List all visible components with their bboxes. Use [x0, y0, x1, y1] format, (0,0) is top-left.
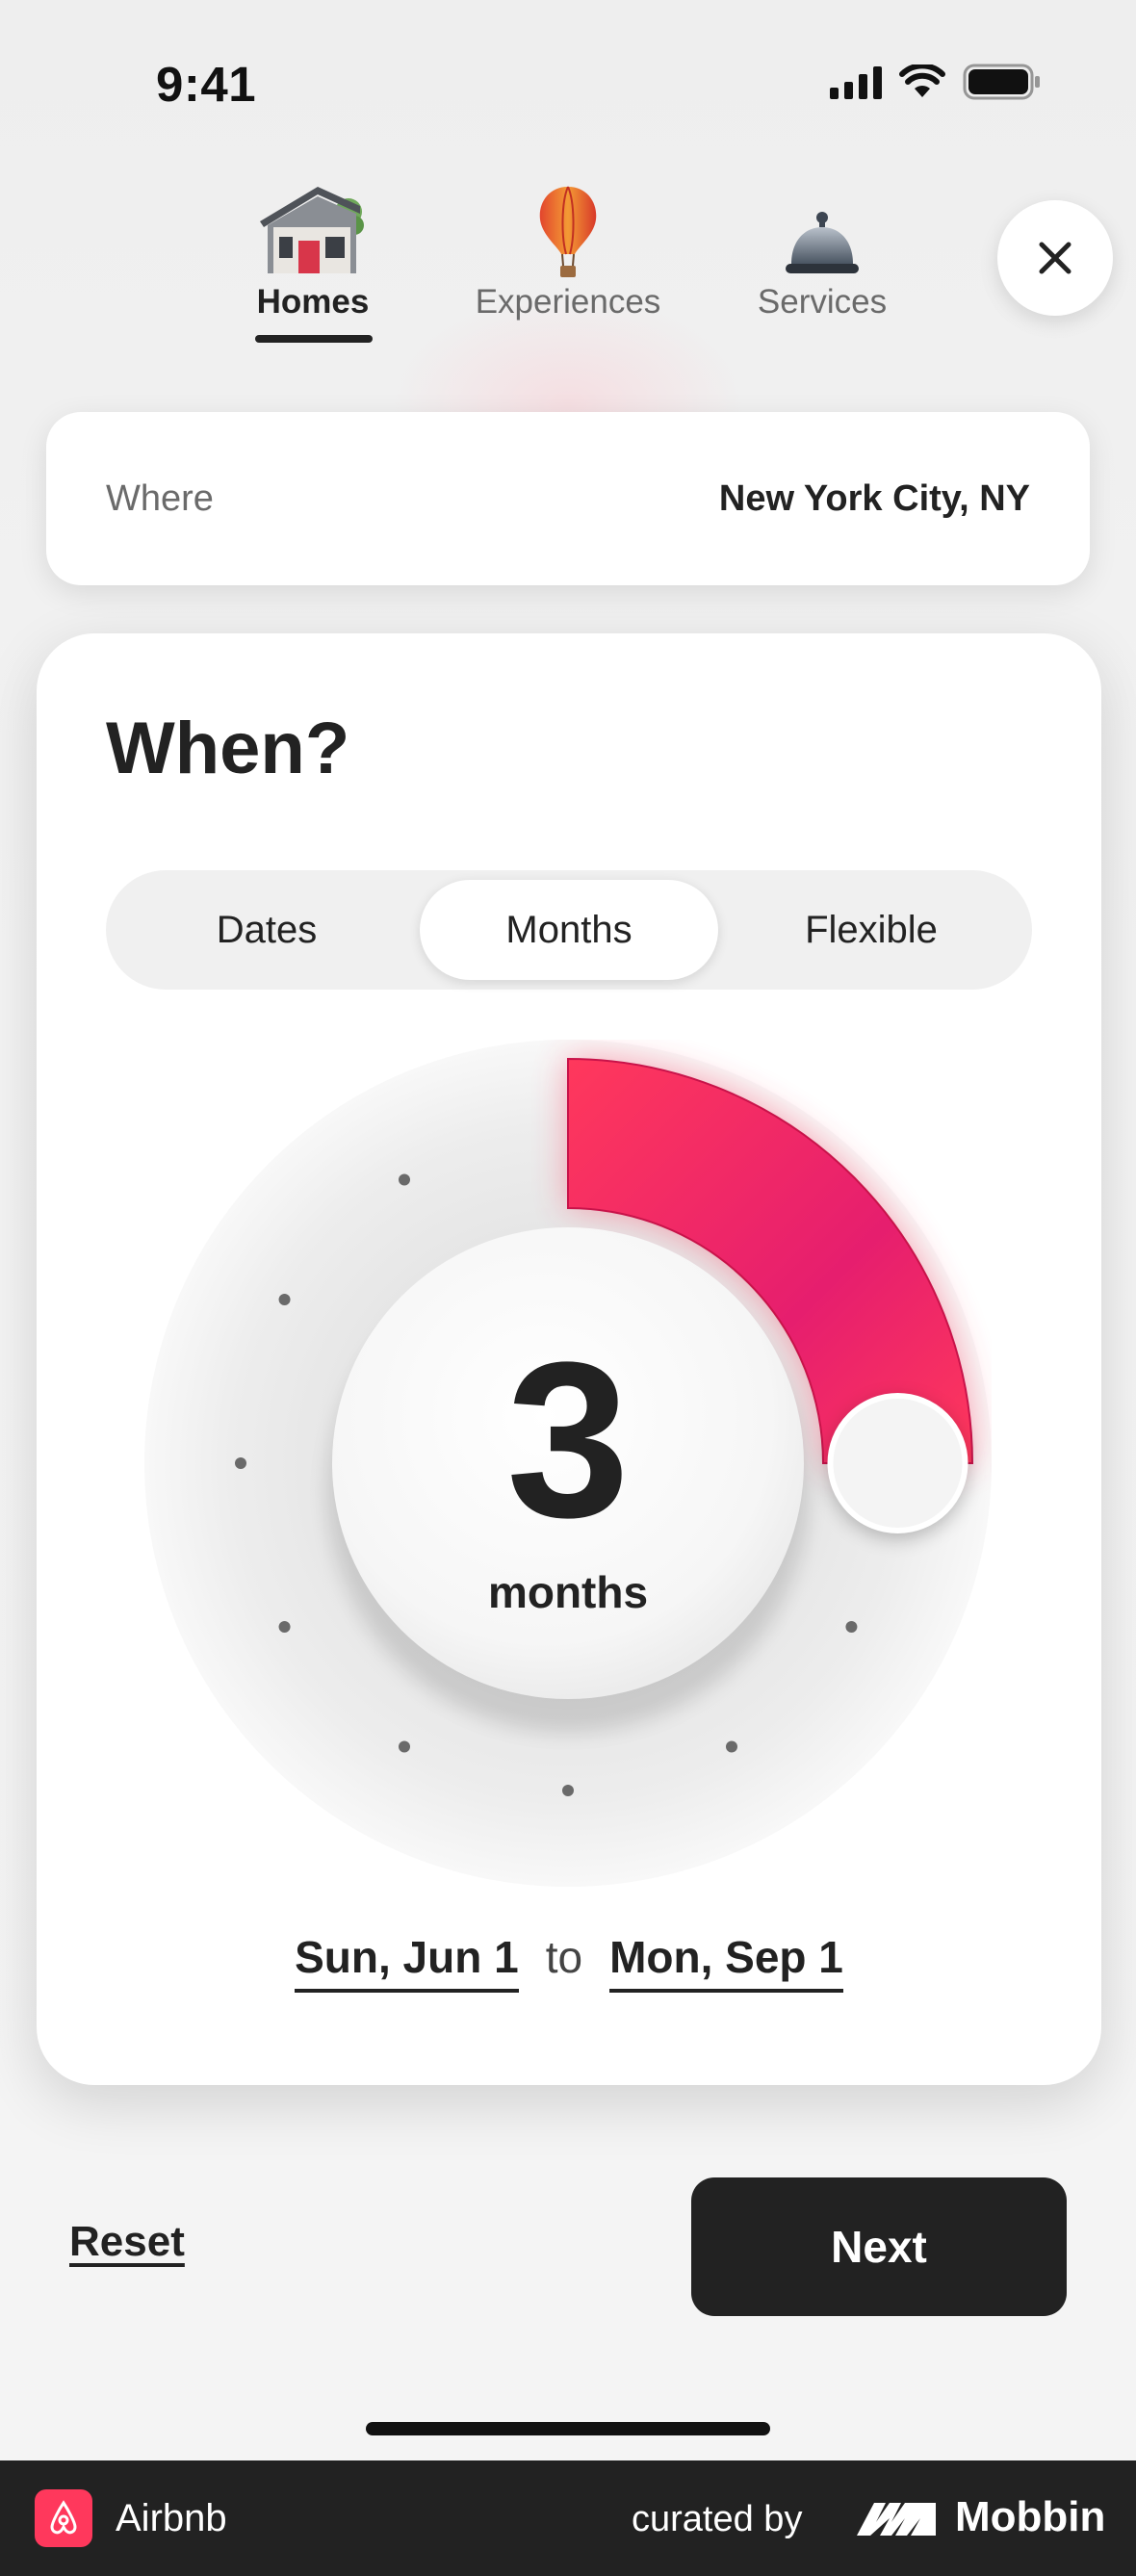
month-tick — [278, 1294, 291, 1305]
segment-months[interactable]: Months — [420, 880, 718, 980]
airbnb-logo-icon — [35, 2489, 92, 2547]
hot-air-balloon-icon — [452, 173, 684, 279]
curated-by-label: curated by — [632, 2499, 803, 2539]
next-button[interactable]: Next — [691, 2177, 1067, 2316]
segment-dates[interactable]: Dates — [117, 880, 416, 980]
date-range-separator: to — [545, 1932, 583, 1982]
battery-icon — [963, 64, 1040, 100]
month-tick — [278, 1621, 291, 1633]
dial-handle[interactable] — [827, 1393, 968, 1538]
handle-knob[interactable] — [827, 1393, 968, 1533]
close-icon — [1039, 242, 1071, 274]
date-range: Sun, Jun 1 to Mon, Sep 1 — [37, 1931, 1101, 1993]
category-tabs: Homes Experiences Services — [0, 173, 1136, 356]
month-tick — [845, 1621, 858, 1633]
tab-services[interactable]: Services — [707, 173, 938, 322]
cellular-signal-icon — [830, 64, 882, 99]
close-button[interactable] — [997, 200, 1113, 316]
start-date-link[interactable]: Sun, Jun 1 — [295, 1931, 519, 1993]
tab-experiences[interactable]: Experiences — [452, 173, 684, 322]
segment-flexible[interactable]: Flexible — [722, 880, 1020, 980]
brand-bar: Airbnb curated by Mobbin — [0, 2460, 1136, 2576]
wifi-icon — [899, 64, 945, 97]
tab-homes[interactable]: Homes — [197, 173, 428, 322]
app-name: Airbnb — [116, 2497, 227, 2539]
month-tick — [399, 1173, 410, 1186]
tab-label: Services — [757, 283, 888, 321]
where-label: Where — [106, 477, 214, 519]
curator-name: Mobbin — [955, 2493, 1106, 2540]
month-tick — [562, 1785, 574, 1796]
status-icons — [830, 64, 1042, 100]
status-bar: 9:41 — [0, 0, 1136, 164]
dial-unit: months — [488, 1567, 648, 1617]
where-value: New York City, NY — [718, 477, 1030, 519]
end-date-link[interactable]: Mon, Sep 1 — [609, 1931, 843, 1993]
month-tick — [235, 1457, 246, 1469]
service-bell-icon — [707, 173, 938, 279]
home-indicator — [366, 2422, 770, 2435]
when-title: When? — [106, 708, 350, 789]
where-field[interactable]: Where New York City, NY — [46, 412, 1090, 585]
date-mode-segmented-control: Dates Months Flexible — [106, 870, 1032, 990]
tab-label: Experiences — [475, 283, 661, 321]
month-tick — [726, 1740, 737, 1753]
active-tab-indicator — [255, 335, 373, 343]
status-time: 9:41 — [156, 57, 257, 112]
dial-value: 3 — [506, 1316, 630, 1563]
house-icon — [197, 173, 428, 279]
mobbin-logo-icon — [857, 2503, 936, 2536]
month-tick — [399, 1740, 410, 1753]
tab-label: Homes — [256, 283, 370, 321]
reset-button[interactable]: Reset — [69, 2218, 185, 2266]
months-dial[interactable]: 3 months — [144, 1040, 992, 1887]
